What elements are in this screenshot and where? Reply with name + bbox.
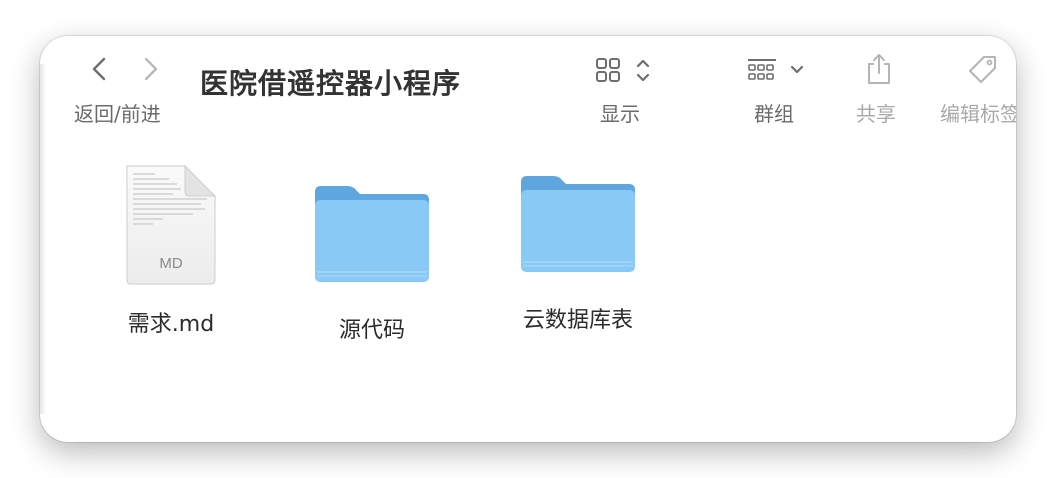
share-icon	[868, 54, 890, 84]
icon-grid-icon	[596, 58, 650, 82]
finder-window: 返回/前进 医院借遥控器小程序 显示 群组 共享 编辑标签 MD 需求.md 源…	[40, 36, 1016, 442]
view-mode-button[interactable]	[594, 56, 658, 86]
group-button[interactable]	[746, 56, 812, 86]
folder-item-database[interactable]: 云数据库表	[508, 172, 648, 334]
chevron-left-icon	[92, 57, 106, 81]
file-badge: MD	[159, 255, 182, 272]
folder-icon	[315, 186, 429, 282]
folder-name: 源代码	[338, 318, 405, 343]
group-grid-icon	[748, 59, 804, 80]
chevron-right-icon	[144, 57, 158, 81]
forward-button[interactable]	[136, 54, 166, 84]
share-button[interactable]	[864, 52, 894, 86]
tag-icon	[969, 56, 996, 83]
folder-name: 云数据库表	[522, 308, 633, 333]
view-caption: 显示	[600, 102, 640, 126]
window-edge	[40, 64, 46, 414]
group-caption: 群组	[754, 102, 794, 126]
window-title: 医院借遥控器小程序	[200, 67, 462, 100]
markdown-document-icon: MD	[126, 164, 217, 285]
folder-item-source[interactable]: 源代码	[302, 182, 442, 344]
file-item-readme[interactable]: MD 需求.md	[116, 162, 226, 338]
nav-caption: 返回/前进	[74, 102, 161, 126]
tags-caption: 编辑标签	[940, 102, 1016, 126]
edit-tags-button[interactable]	[966, 54, 1000, 86]
folder-icon	[521, 176, 635, 272]
file-name: 需求.md	[127, 312, 215, 337]
share-caption: 共享	[856, 102, 896, 126]
back-button[interactable]	[84, 54, 114, 84]
